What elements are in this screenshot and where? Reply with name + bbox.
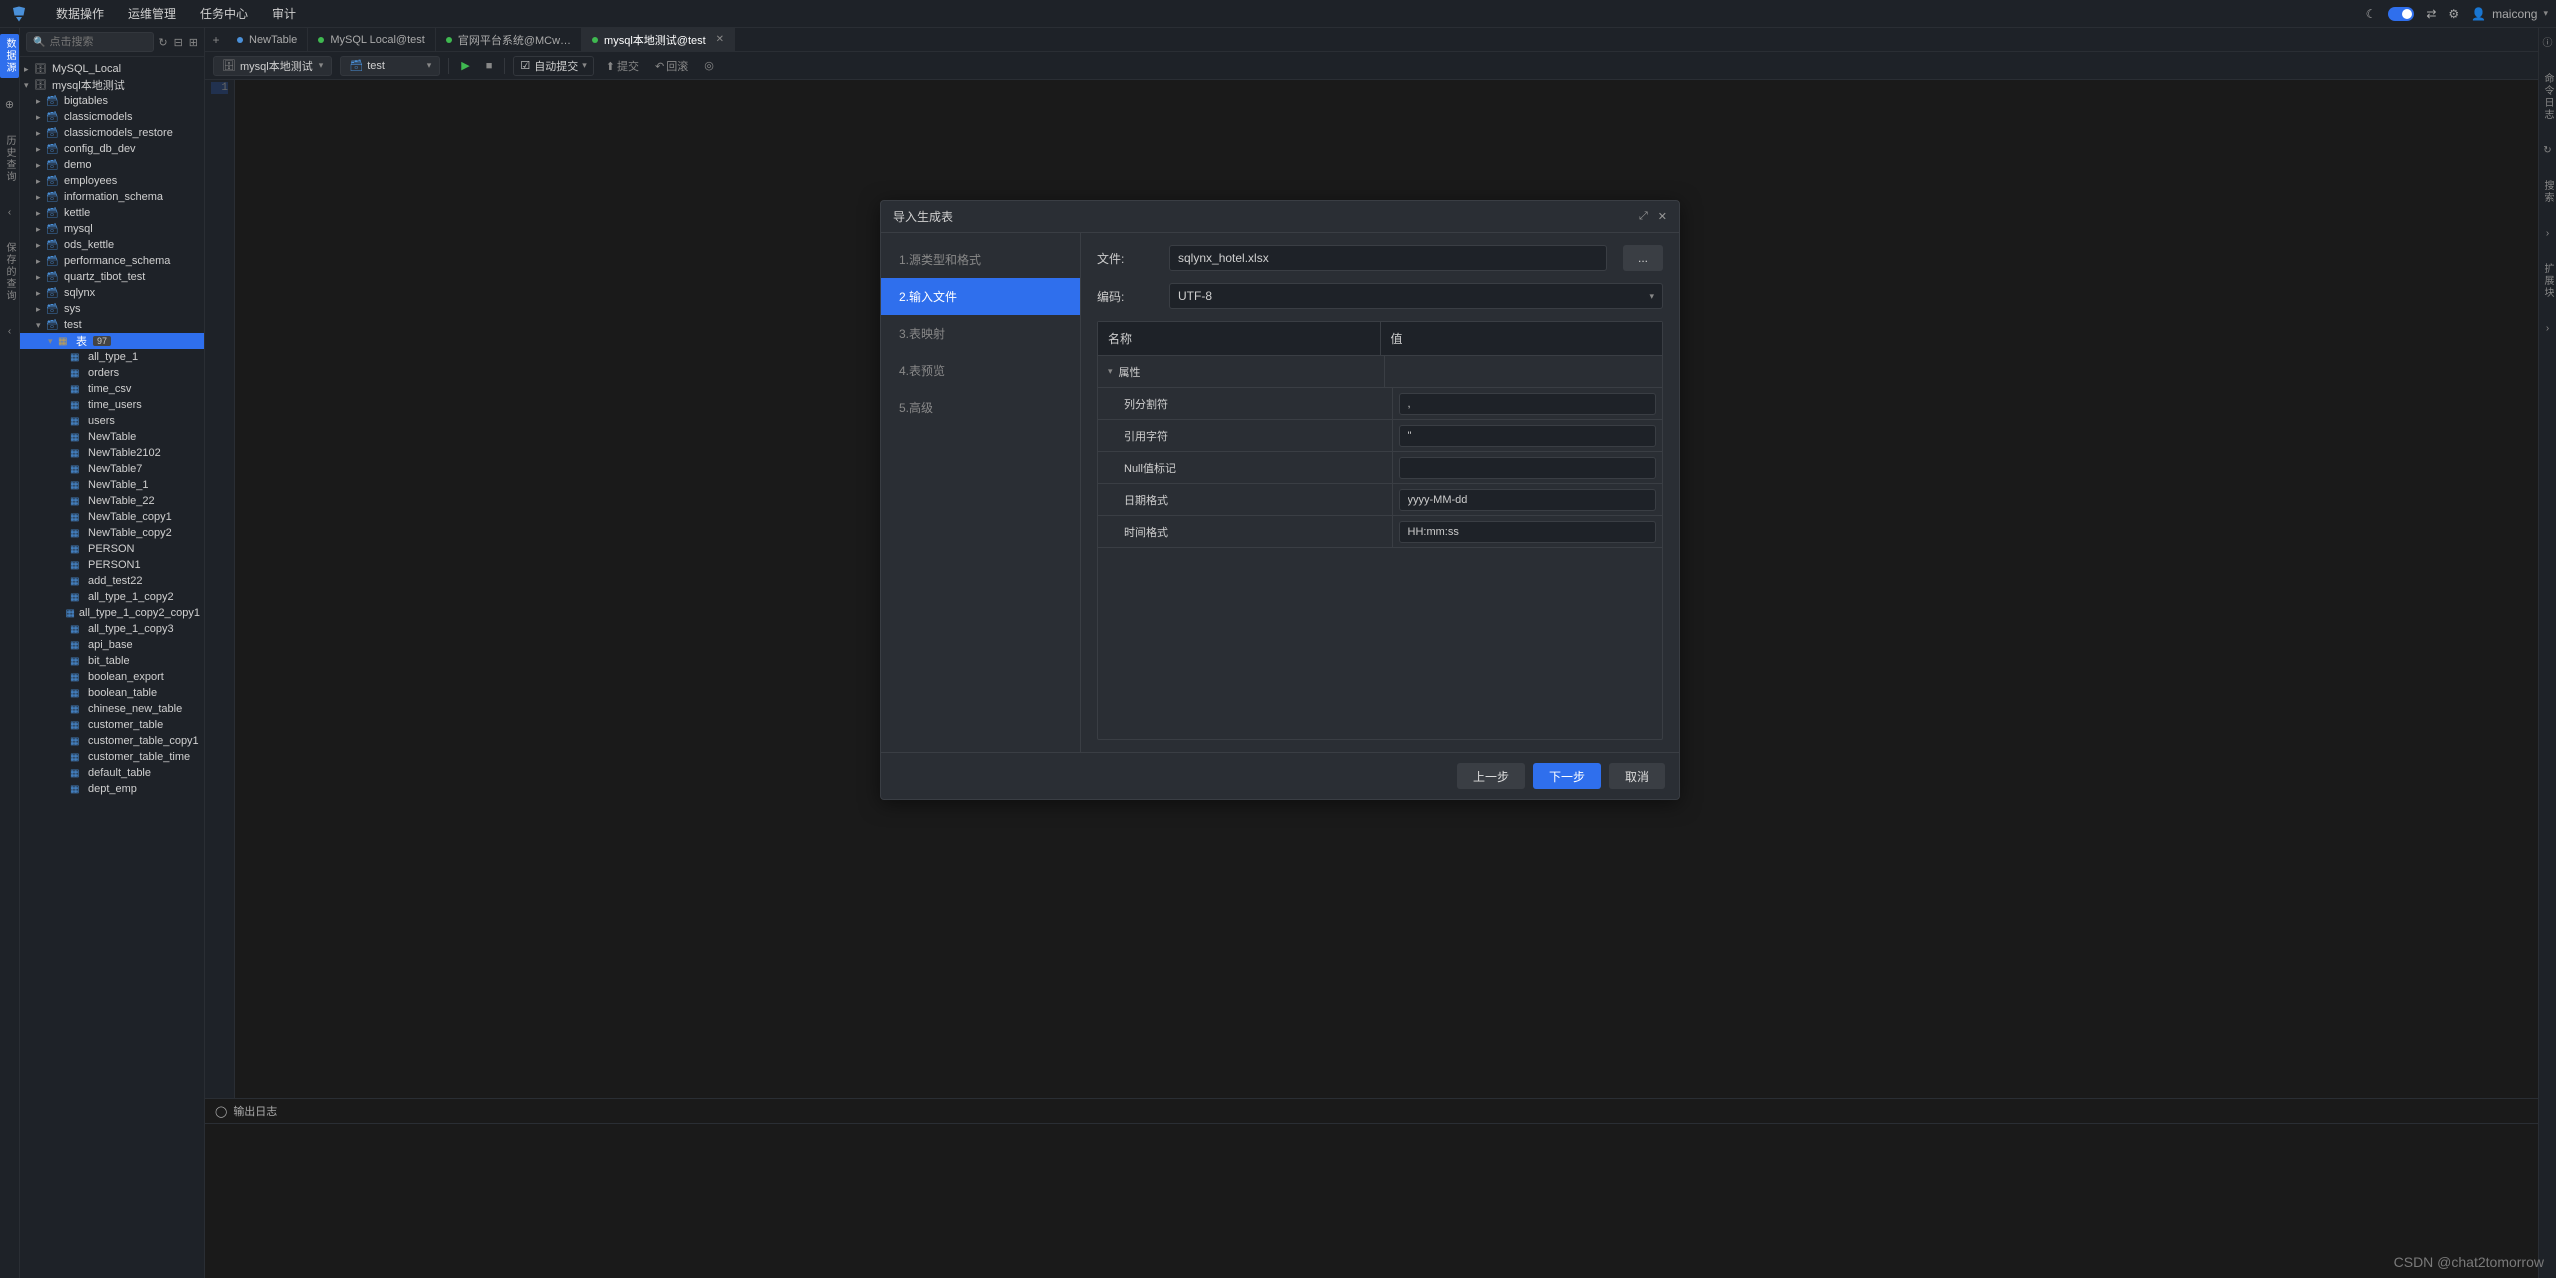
modal-title: 导入生成表 xyxy=(893,208,953,225)
prop-name: 日期格式 xyxy=(1098,484,1393,515)
step-input-file[interactable]: 2.输入文件 xyxy=(881,278,1080,315)
prop-name: Null值标记 xyxy=(1098,452,1393,483)
prop-input[interactable] xyxy=(1399,489,1657,511)
step-advanced[interactable]: 5.高级 xyxy=(881,389,1080,426)
modal-header: 导入生成表 ⤢ ✕ xyxy=(881,201,1679,233)
prop-name: 引用字符 xyxy=(1098,420,1393,451)
form-area: 文件: sqlynx_hotel.xlsx ... 编码: UTF-8▾ 名称 … xyxy=(1081,233,1679,752)
prop-input[interactable] xyxy=(1399,521,1657,543)
watermark: CSDN @chat2tomorrow xyxy=(2394,1254,2544,1270)
wizard-steps: 1.源类型和格式 2.输入文件 3.表映射 4.表预览 5.高级 xyxy=(881,233,1081,752)
encoding-select[interactable]: UTF-8▾ xyxy=(1169,283,1663,309)
encoding-label: 编码: xyxy=(1097,288,1157,305)
cancel-button[interactable]: 取消 xyxy=(1609,763,1665,789)
file-input[interactable]: sqlynx_hotel.xlsx xyxy=(1169,245,1607,271)
prop-input[interactable] xyxy=(1399,393,1657,415)
prop-name: 时间格式 xyxy=(1098,516,1393,547)
prop-name: 列分割符 xyxy=(1098,388,1393,419)
file-label: 文件: xyxy=(1097,250,1157,267)
browse-button[interactable]: ... xyxy=(1623,245,1663,271)
modal-footer: 上一步 下一步 取消 xyxy=(881,752,1679,799)
prop-input[interactable] xyxy=(1399,425,1657,447)
chevron-down-icon: ▾ xyxy=(1108,366,1113,377)
modal-overlay: 导入生成表 ⤢ ✕ 1.源类型和格式 2.输入文件 3.表映射 4.表预览 5.… xyxy=(0,0,2556,1278)
col-name: 名称 xyxy=(1098,322,1381,355)
step-mapping[interactable]: 3.表映射 xyxy=(881,315,1080,352)
group-row[interactable]: ▾属性 xyxy=(1098,356,1385,387)
maximize-icon[interactable]: ⤢ xyxy=(1639,210,1648,223)
step-source[interactable]: 1.源类型和格式 xyxy=(881,241,1080,278)
col-value: 值 xyxy=(1381,322,1663,355)
step-preview[interactable]: 4.表预览 xyxy=(881,352,1080,389)
chevron-down-icon: ▾ xyxy=(1649,291,1654,302)
next-button[interactable]: 下一步 xyxy=(1533,763,1601,789)
import-modal: 导入生成表 ⤢ ✕ 1.源类型和格式 2.输入文件 3.表映射 4.表预览 5.… xyxy=(880,200,1680,800)
prev-button[interactable]: 上一步 xyxy=(1457,763,1525,789)
properties-table: 名称 值 ▾属性 列分割符引用字符Null值标记日期格式时间格式 xyxy=(1097,321,1663,740)
close-icon[interactable]: ✕ xyxy=(1658,210,1667,223)
prop-input[interactable] xyxy=(1399,457,1657,479)
